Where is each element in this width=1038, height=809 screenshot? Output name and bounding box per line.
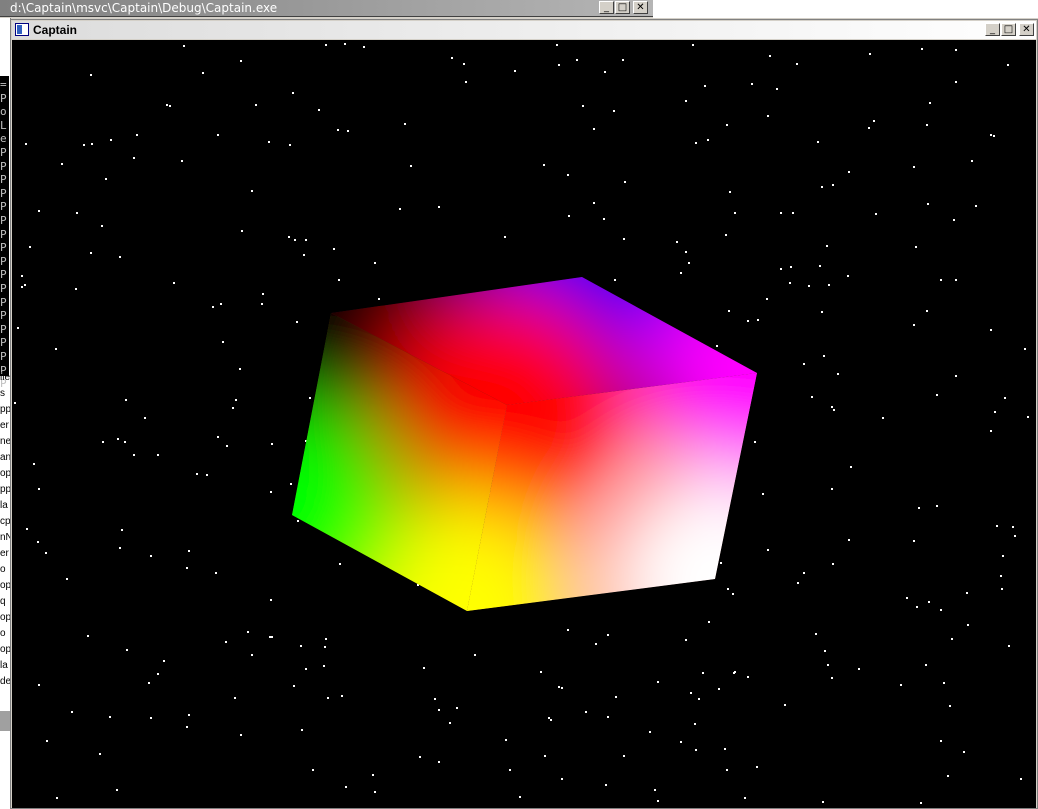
- console-line: P: [0, 322, 7, 336]
- side-list-item: pp: [0, 484, 10, 495]
- console-line: P: [0, 200, 7, 214]
- side-list-item: op: [0, 644, 10, 655]
- console-maximize-button[interactable]: □: [615, 1, 630, 14]
- minimize-icon: _: [604, 2, 609, 13]
- side-list-item: op: [0, 580, 10, 591]
- side-list-item: nN: [0, 532, 10, 543]
- console-minimize-button[interactable]: _: [599, 1, 614, 14]
- captain-close-button[interactable]: ✕: [1019, 23, 1034, 36]
- console-line: P: [0, 227, 7, 241]
- side-list-item: op: [0, 468, 10, 479]
- minimize-icon: _: [990, 24, 995, 35]
- console-line: P: [0, 268, 7, 282]
- side-list-item: o: [0, 628, 6, 639]
- console-line: e: [0, 132, 7, 146]
- captain-maximize-button[interactable]: □: [1001, 23, 1016, 36]
- opengl-render-viewport[interactable]: [12, 40, 1036, 808]
- side-list-item: de: [0, 676, 10, 687]
- side-list-item: pp: [0, 404, 10, 415]
- close-icon: ✕: [1022, 24, 1031, 35]
- console-line: o: [0, 105, 7, 119]
- console-window-titlebar[interactable]: d:\Captain\msvc\Captain\Debug\Captain.ex…: [0, 0, 653, 17]
- console-line: P: [0, 241, 7, 255]
- side-list-item: s: [0, 388, 5, 399]
- console-close-button[interactable]: ✕: [633, 1, 648, 14]
- console-window-title: d:\Captain\msvc\Captain\Debug\Captain.ex…: [10, 1, 278, 15]
- console-line: P: [0, 186, 7, 200]
- side-list-item: ile: [0, 372, 10, 383]
- maximize-icon: □: [1003, 24, 1014, 35]
- console-line: =: [0, 78, 7, 91]
- captain-minimize-button[interactable]: _: [985, 23, 1000, 36]
- side-list-item: cp: [0, 516, 10, 527]
- side-list-item: er: [0, 548, 9, 559]
- side-list-item: ne: [0, 436, 10, 447]
- maximize-icon: □: [617, 2, 628, 13]
- console-line: P: [0, 254, 7, 268]
- captain-window-title: Captain: [33, 23, 78, 37]
- side-list-item: er: [0, 420, 9, 431]
- console-line: P: [0, 309, 7, 323]
- side-list-item: op: [0, 612, 10, 623]
- side-list-item: la: [0, 500, 8, 511]
- application-icon[interactable]: [15, 23, 29, 36]
- console-line: P: [0, 214, 7, 227]
- console-line: P: [0, 159, 7, 173]
- captain-window-titlebar[interactable]: Captain _ □ ✕: [12, 21, 1036, 39]
- side-list-item: o: [0, 564, 6, 575]
- console-line: P: [0, 146, 7, 159]
- console-line: P: [0, 173, 7, 187]
- console-line: P: [0, 295, 7, 309]
- side-list-item: la: [0, 660, 8, 671]
- console-line: P: [0, 91, 7, 105]
- console-line: P: [0, 282, 7, 295]
- close-icon: ✕: [636, 2, 645, 13]
- console-line: P: [0, 350, 7, 363]
- side-list-item: an: [0, 452, 10, 463]
- rotating-color-cube: [292, 277, 757, 611]
- captain-window[interactable]: Captain _ □ ✕: [10, 19, 1038, 809]
- desktop-background-strip: [653, 0, 1038, 18]
- console-line: L: [0, 118, 7, 132]
- background-window-scrollbar[interactable]: [0, 711, 10, 731]
- side-list-item: q: [0, 596, 6, 607]
- console-line: P: [0, 336, 7, 350]
